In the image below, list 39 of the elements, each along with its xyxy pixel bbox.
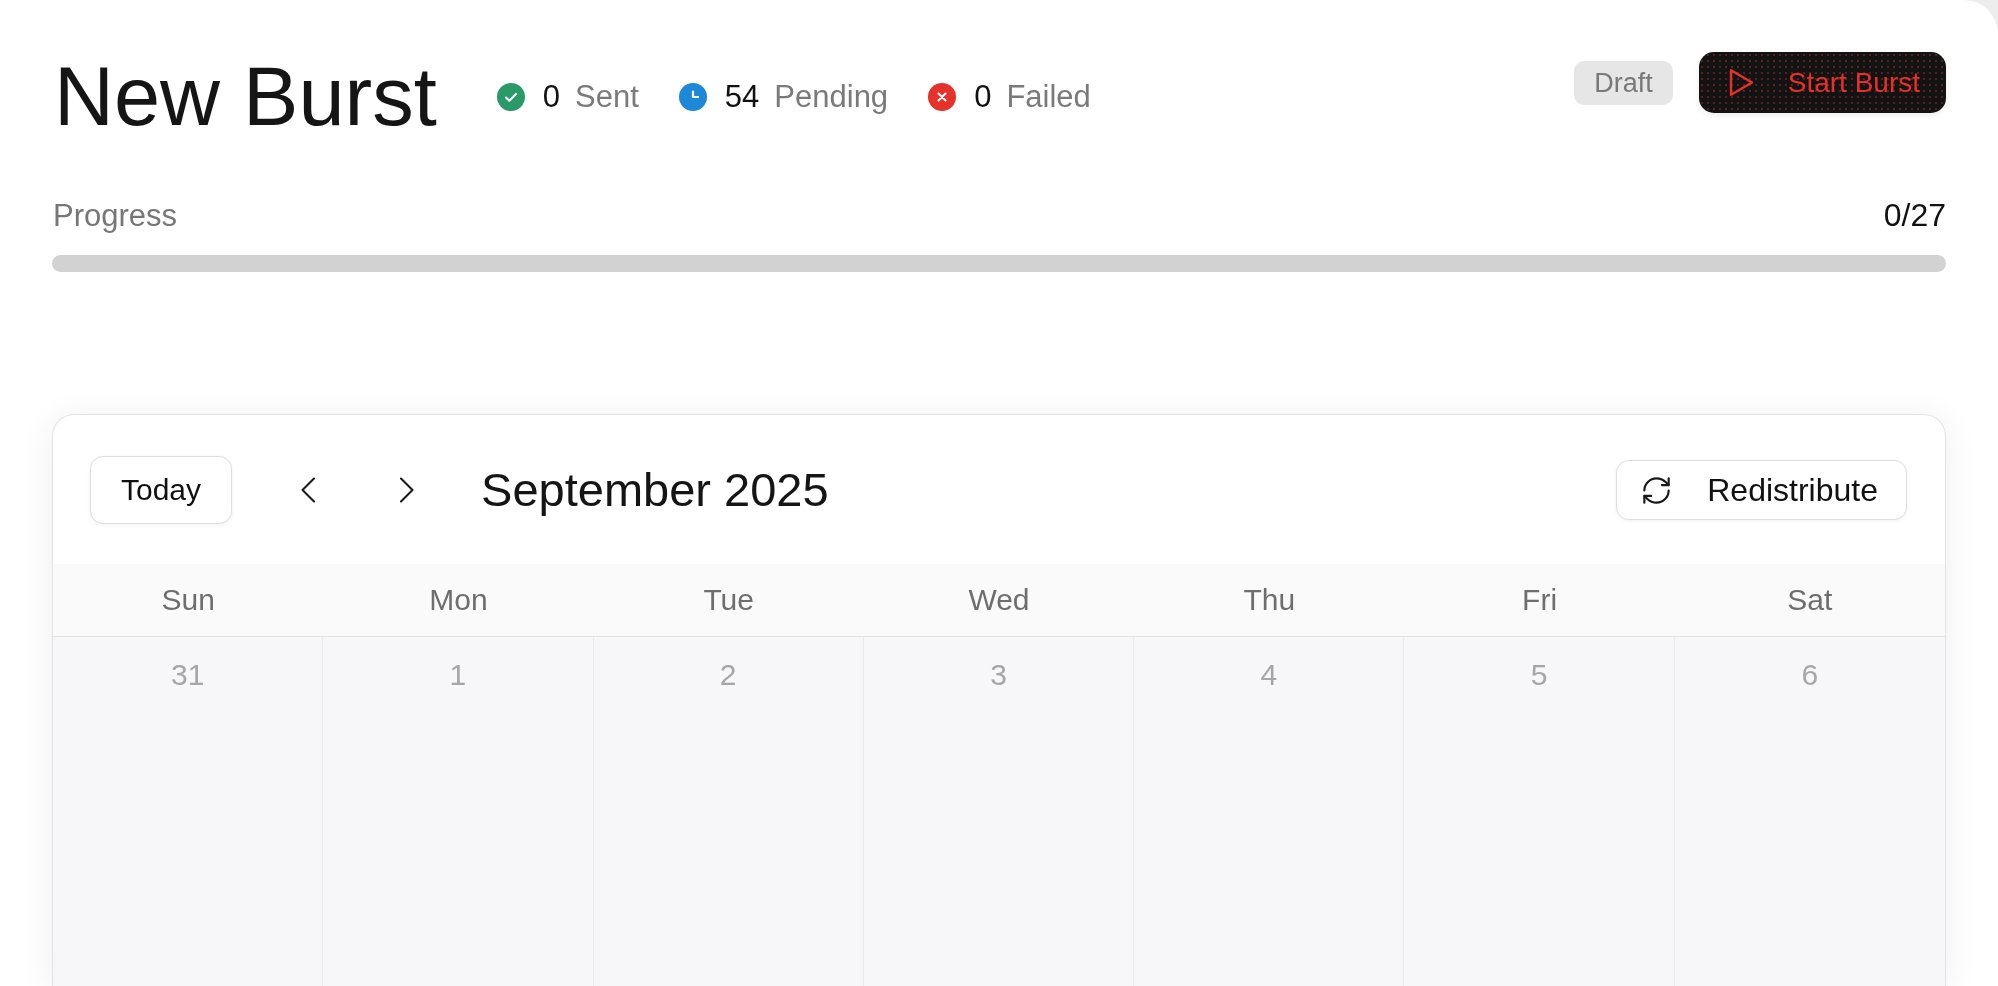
progress-label: Progress — [53, 198, 178, 234]
day-number: 4 — [1260, 657, 1278, 693]
day-number: 6 — [1801, 657, 1819, 693]
month-title: September 2025 — [481, 462, 829, 518]
day-cell[interactable]: 4 — [1134, 637, 1405, 986]
chevron-right-icon[interactable] — [399, 477, 416, 503]
chevron-left-icon[interactable] — [300, 477, 317, 503]
day-cell[interactable]: 5 — [1404, 637, 1675, 986]
refresh-icon — [1643, 476, 1671, 504]
progress-count: 0/27 — [1883, 197, 1946, 233]
stat-count: 0 — [542, 78, 561, 115]
day-cell[interactable]: 6 — [1674, 637, 1945, 986]
weekday-label: Mon — [429, 583, 488, 617]
stat-label: Failed — [1006, 78, 1091, 115]
play-icon — [1728, 68, 1754, 97]
day-cell[interactable]: 2 — [593, 637, 864, 986]
day-number: 5 — [1530, 657, 1548, 693]
weekday-label: Thu — [1243, 583, 1296, 617]
weekday-label: Sun — [161, 583, 215, 617]
day-number: 3 — [990, 657, 1007, 693]
redistribute-button[interactable]: Redistribute — [1616, 460, 1907, 520]
weekday-label: Tue — [703, 583, 754, 617]
stat-label: Pending — [774, 78, 889, 115]
status-badge: Draft — [1574, 60, 1673, 105]
page-title: New Burst — [54, 55, 437, 138]
day-number: 2 — [719, 657, 737, 693]
day-cell[interactable]: 3 — [863, 637, 1135, 986]
day-cell[interactable]: 1 — [323, 637, 594, 986]
day-number: 31 — [170, 657, 205, 693]
weekday-label: Wed — [968, 583, 1030, 617]
weekday-label: Fri — [1522, 583, 1558, 617]
stat-count: 54 — [724, 78, 760, 115]
day-cell[interactable]: 31 — [53, 637, 324, 986]
today-button[interactable]: Today — [90, 456, 233, 524]
stat-label: Sent — [575, 78, 639, 115]
weekday-label: Sat — [1787, 583, 1833, 617]
stat-count: 0 — [974, 78, 992, 115]
start-burst-button[interactable]: Start Burst — [1698, 52, 1946, 113]
day-number: 1 — [449, 657, 467, 693]
